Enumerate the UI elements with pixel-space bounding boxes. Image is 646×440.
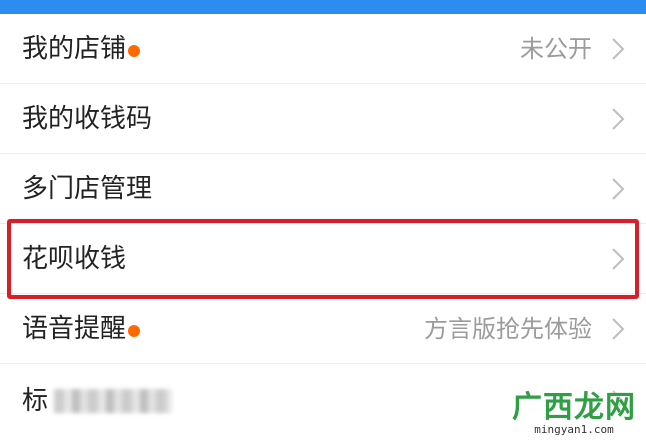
menu-item-value: 未公开 — [520, 34, 592, 63]
menu-item-label: 标 — [22, 386, 49, 416]
settings-list: 我的店铺 未公开 我的收钱码 多门店管理 花呗收钱 语音提醒 方言版抢先体验 标 — [0, 14, 646, 438]
menu-item-huabei-collection[interactable]: 花呗收钱 — [0, 224, 646, 294]
menu-item-value: 方言版抢先体验 — [424, 314, 592, 343]
chevron-right-icon — [610, 177, 626, 201]
menu-item-obscured[interactable]: 标 — [0, 364, 646, 438]
menu-item-label: 花呗收钱 — [22, 243, 127, 274]
menu-item-multi-store-management[interactable]: 多门店管理 — [0, 154, 646, 224]
chevron-right-icon — [610, 37, 626, 61]
blurred-text — [54, 389, 173, 413]
menu-item-label: 语音提醒 — [22, 313, 127, 344]
top-accent-bar — [0, 0, 646, 14]
chevron-right-icon — [610, 247, 626, 271]
menu-item-my-store[interactable]: 我的店铺 未公开 — [0, 14, 646, 84]
menu-item-voice-reminder[interactable]: 语音提醒 方言版抢先体验 — [0, 294, 646, 364]
notification-dot — [128, 324, 141, 337]
chevron-right-icon — [610, 317, 626, 341]
notification-dot — [128, 44, 141, 57]
menu-item-my-payment-code[interactable]: 我的收钱码 — [0, 84, 646, 154]
menu-item-label: 多门店管理 — [22, 173, 153, 204]
chevron-right-icon — [610, 389, 626, 413]
menu-item-label: 我的店铺 — [22, 33, 127, 64]
menu-item-label: 我的收钱码 — [22, 103, 153, 134]
chevron-right-icon — [610, 107, 626, 131]
